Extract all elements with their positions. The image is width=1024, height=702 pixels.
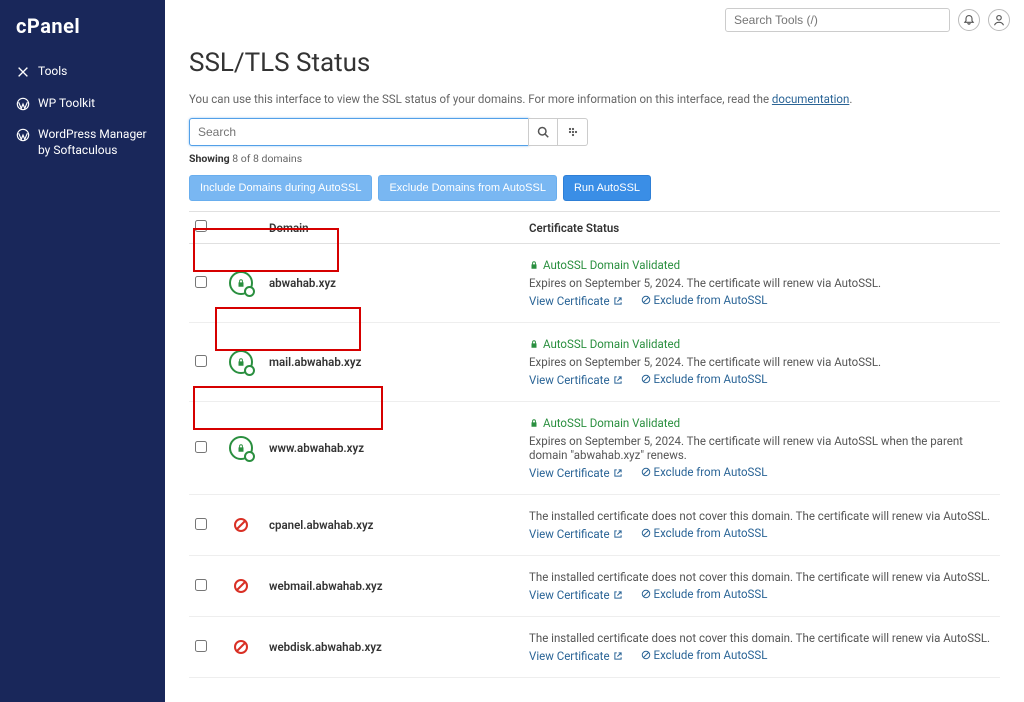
sidebar-item-wordpress-manager-by-softaculous[interactable]: WordPress Manager by Softaculous bbox=[0, 119, 165, 166]
sidebar-item-label: WP Toolkit bbox=[38, 96, 95, 112]
domain-filter-input[interactable] bbox=[189, 118, 529, 146]
filter-search-button[interactable] bbox=[528, 118, 558, 146]
cert-status-sub: The installed certificate does not cover… bbox=[529, 509, 994, 523]
domain-name: mail.abwahab.xyz bbox=[269, 355, 361, 369]
sidebar-item-label: Tools bbox=[38, 64, 67, 80]
select-all-checkbox[interactable] bbox=[195, 220, 207, 232]
global-search bbox=[725, 8, 950, 32]
cert-status-title: AutoSSL Domain Validated bbox=[529, 337, 680, 351]
exclude-from-autossl-link[interactable]: Exclude from AutoSSL bbox=[641, 526, 768, 540]
view-certificate-link[interactable]: View Certificate bbox=[529, 294, 623, 308]
exclude-button[interactable]: Exclude Domains from AutoSSL bbox=[378, 175, 557, 201]
row-checkbox[interactable] bbox=[195, 579, 207, 591]
cert-status-sub: Expires on September 5, 2024. The certif… bbox=[529, 276, 994, 290]
brand-logo[interactable]: cPanel bbox=[0, 0, 165, 56]
ssl-ok-icon bbox=[229, 436, 253, 460]
filter-settings-button[interactable] bbox=[558, 118, 588, 146]
ssl-error-icon bbox=[229, 574, 253, 598]
logo-anel: anel bbox=[40, 14, 80, 38]
page-title: SSL/TLS Status bbox=[189, 48, 1000, 78]
domain-name: webmail.abwahab.xyz bbox=[269, 579, 383, 593]
exclude-from-autossl-link[interactable]: Exclude from AutoSSL bbox=[641, 293, 768, 307]
table-row: www.abwahab.xyz AutoSSL Domain Validated… bbox=[189, 402, 1000, 495]
ssl-status-table: Domain Certificate Status abwahab.xyz Au… bbox=[189, 211, 1000, 678]
exclude-from-autossl-link[interactable]: Exclude from AutoSSL bbox=[641, 465, 768, 479]
run-autossl-button[interactable]: Run AutoSSL bbox=[563, 175, 651, 201]
showing-post: of 8 domains bbox=[238, 152, 302, 165]
exclude-from-autossl-link[interactable]: Exclude from AutoSSL bbox=[641, 372, 768, 386]
row-checkbox[interactable] bbox=[195, 441, 207, 453]
sidebar: cPanel Tools WP Toolkit WordPress Manager … bbox=[0, 0, 165, 702]
cert-status-title: AutoSSL Domain Validated bbox=[529, 416, 680, 430]
desc-pre: You can use this interface to view the S… bbox=[189, 92, 772, 106]
domain-name: webdisk.abwahab.xyz bbox=[269, 640, 382, 654]
sidebar-item-label: WordPress Manager by Softaculous bbox=[38, 127, 149, 158]
cert-status-sub: Expires on September 5, 2024. The certif… bbox=[529, 355, 994, 369]
view-certificate-link[interactable]: View Certificate bbox=[529, 466, 623, 480]
logo-cp: cP bbox=[16, 14, 40, 38]
cert-status-title: AutoSSL Domain Validated bbox=[529, 258, 680, 272]
main-area: SSL/TLS Status You can use this interfac… bbox=[165, 0, 1024, 702]
table-row: cpanel.abwahab.xyz The installed certific… bbox=[189, 495, 1000, 556]
search-input[interactable] bbox=[725, 8, 950, 32]
view-certificate-link[interactable]: View Certificate bbox=[529, 373, 623, 387]
row-checkbox[interactable] bbox=[195, 355, 207, 367]
view-certificate-link[interactable]: View Certificate bbox=[529, 527, 623, 541]
sidebar-item-tools[interactable]: Tools bbox=[0, 56, 165, 88]
bulk-actions: Include Domains during AutoSSL Exclude D… bbox=[189, 175, 1000, 201]
app-root: cPanel Tools WP Toolkit WordPress Manager … bbox=[0, 0, 1024, 702]
ssl-ok-icon bbox=[229, 350, 253, 374]
exclude-from-autossl-link[interactable]: Exclude from AutoSSL bbox=[641, 648, 768, 662]
table-row: mail.abwahab.xyz AutoSSL Domain Validate… bbox=[189, 323, 1000, 402]
showing-count: Showing 8 of 8 domains bbox=[189, 152, 1000, 165]
table-row: webmail.abwahab.xyz The installed certifi… bbox=[189, 556, 1000, 617]
showing-label: Showing bbox=[189, 152, 230, 165]
wp-icon bbox=[16, 97, 30, 111]
topbar bbox=[165, 0, 1024, 40]
exclude-from-autossl-link[interactable]: Exclude from AutoSSL bbox=[641, 587, 768, 601]
row-checkbox[interactable] bbox=[195, 518, 207, 530]
cert-status-sub: The installed certificate does not cover… bbox=[529, 570, 994, 584]
col-status-header: Certificate Status bbox=[523, 212, 1000, 244]
cert-status-sub: The installed certificate does not cover… bbox=[529, 631, 994, 645]
tools-icon bbox=[16, 65, 30, 79]
sidebar-item-wp-toolkit[interactable]: WP Toolkit bbox=[0, 88, 165, 120]
row-checkbox[interactable] bbox=[195, 276, 207, 288]
col-domain-header: Domain bbox=[263, 212, 523, 244]
page-description: You can use this interface to view the S… bbox=[189, 92, 1000, 106]
view-certificate-link[interactable]: View Certificate bbox=[529, 588, 623, 602]
account-button[interactable] bbox=[988, 9, 1010, 31]
wp-icon bbox=[16, 128, 30, 142]
documentation-link[interactable]: documentation bbox=[772, 92, 849, 106]
table-row: abwahab.xyz AutoSSL Domain Validated Expi… bbox=[189, 244, 1000, 323]
page-content: SSL/TLS Status You can use this interfac… bbox=[165, 40, 1024, 702]
domain-name: abwahab.xyz bbox=[269, 276, 336, 290]
ssl-error-icon bbox=[229, 513, 253, 537]
row-checkbox[interactable] bbox=[195, 640, 207, 652]
domain-name: cpanel.abwahab.xyz bbox=[269, 518, 374, 532]
view-certificate-link[interactable]: View Certificate bbox=[529, 649, 623, 663]
filter-row bbox=[189, 118, 1000, 146]
ssl-ok-icon bbox=[229, 271, 253, 295]
desc-post: . bbox=[849, 92, 852, 106]
cert-status-sub: Expires on September 5, 2024. The certif… bbox=[529, 434, 994, 462]
include-button[interactable]: Include Domains during AutoSSL bbox=[189, 175, 372, 201]
ssl-error-icon bbox=[229, 635, 253, 659]
table-row: webdisk.abwahab.xyz The installed certifi… bbox=[189, 617, 1000, 678]
notifications-button[interactable] bbox=[958, 9, 980, 31]
domain-name: www.abwahab.xyz bbox=[269, 441, 364, 455]
